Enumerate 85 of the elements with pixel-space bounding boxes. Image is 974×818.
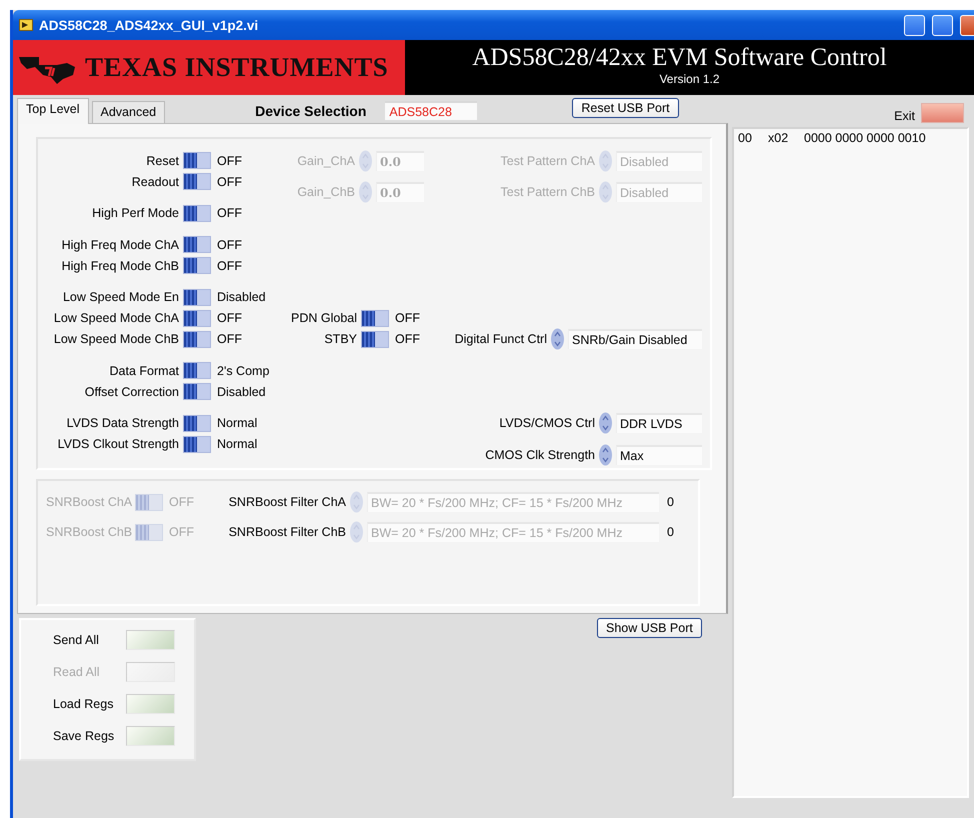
- spin-button[interactable]: [550, 328, 565, 350]
- state-text: OFF: [395, 311, 420, 325]
- state-text: OFF: [217, 258, 242, 272]
- toggle-switch[interactable]: [183, 362, 211, 379]
- state-text: Disabled: [217, 384, 266, 398]
- toggle-label: SNRBoost ChB: [46, 525, 131, 539]
- toggle-label: Data Format: [108, 364, 179, 378]
- toggle-switch[interactable]: [361, 310, 389, 326]
- window-title: ADS58C28_ADS42xx_GUI_v1p2.vi: [39, 18, 260, 32]
- state-text: OFF: [217, 332, 242, 346]
- state-text: OFF: [217, 154, 242, 168]
- toggle-switch[interactable]: [183, 383, 211, 400]
- state-text: OFF: [217, 311, 242, 325]
- state-text: OFF: [217, 238, 242, 252]
- state-text: OFF: [395, 332, 420, 346]
- reset-usb-button[interactable]: Reset USB Port: [572, 98, 679, 118]
- close-button[interactable]: [960, 14, 974, 36]
- button-label: Exit: [894, 109, 915, 123]
- show-usb-button[interactable]: Show USB Port: [597, 618, 702, 638]
- toggle-label: Readout: [130, 174, 179, 188]
- control-label: Test Pattern ChA: [500, 154, 595, 168]
- maximize-button[interactable]: [932, 14, 953, 36]
- toggle-switch[interactable]: [183, 288, 211, 306]
- spin-button[interactable]: [598, 412, 613, 434]
- toggle-switch[interactable]: [183, 257, 211, 274]
- toggle-switch[interactable]: [183, 310, 211, 326]
- app-title: ADS58C28/42xx EVM Software Control: [472, 44, 887, 72]
- state-text: OFF: [217, 174, 242, 188]
- state-text: Normal: [217, 437, 258, 451]
- toggle-label: PDN Global: [290, 311, 357, 325]
- control-label: LVDS/CMOS Ctrl: [499, 416, 595, 430]
- control-label: SNRBoost Filter ChA: [228, 495, 346, 509]
- state-text: OFF: [169, 525, 194, 539]
- control-label: Digital Funct Ctrl: [454, 332, 547, 346]
- log-cell-text: x02: [768, 131, 790, 145]
- toggle-switch[interactable]: [183, 414, 211, 432]
- button-label: Read All: [53, 665, 101, 679]
- toggle-label: LVDS Data Strength: [66, 416, 179, 430]
- tab[interactable]: Top Level: [17, 98, 89, 124]
- app-icon: [19, 18, 33, 32]
- toggle-label: High Freq Mode ChA: [60, 238, 179, 252]
- minimize-button[interactable]: [904, 14, 925, 36]
- toggle-label: High Perf Mode: [91, 206, 179, 220]
- toggle-label: SNRBoost ChA: [46, 495, 131, 509]
- log-cell: 0000 0000 0000 0010: [804, 131, 926, 145]
- control-label: Gain_ChA: [296, 154, 355, 168]
- control-label: CMOS Clk Strength: [485, 448, 595, 462]
- toggle-label: LVDS Clkout Strength: [56, 437, 179, 451]
- toggle-label: Low Speed Mode ChA: [52, 311, 179, 325]
- control-label: SNRBoost Filter ChB: [228, 525, 346, 539]
- toggle-label: High Freq Mode ChB: [60, 258, 179, 272]
- toggle-label: Offset Correction: [84, 384, 179, 398]
- value-field[interactable]: SNRb/Gain Disabled: [568, 329, 702, 349]
- company-name: TEXAS INSTRUMENTS: [85, 52, 388, 83]
- button-label: Load Regs: [53, 697, 114, 711]
- field-label: Device Selection: [255, 103, 366, 119]
- toggle-label: STBY: [323, 332, 357, 346]
- device-field[interactable]: ADS58C28: [385, 101, 478, 120]
- state-text: Normal: [217, 416, 258, 430]
- state-text: OFF: [169, 495, 194, 509]
- reading-text: 0: [667, 495, 674, 509]
- control-label: Gain_ChB: [296, 185, 355, 199]
- version-text: Version 1.2: [659, 72, 720, 86]
- button-label: Save Regs: [53, 729, 116, 743]
- toggle-label: Low Speed Mode En: [62, 290, 179, 304]
- toggle-switch[interactable]: [183, 436, 211, 452]
- tab[interactable]: Advanced: [92, 101, 166, 123]
- toggle-switch[interactable]: [183, 236, 211, 253]
- toggle-switch[interactable]: [183, 173, 211, 190]
- toggle-switch[interactable]: [183, 330, 211, 348]
- toggle-switch[interactable]: [183, 204, 211, 222]
- state-text: Disabled: [217, 290, 266, 304]
- value-field[interactable]: Max: [616, 444, 702, 464]
- reading-text: 0: [667, 525, 674, 539]
- spin-button[interactable]: [598, 444, 613, 466]
- toggle-label: Low Speed Mode ChB: [52, 332, 179, 346]
- log-cell-text: 00: [738, 131, 753, 145]
- toggle-switch[interactable]: [361, 330, 389, 348]
- value-field[interactable]: DDR LVDS: [616, 413, 702, 433]
- button-label: Send All: [53, 633, 100, 647]
- control-label: Test Pattern ChB: [500, 185, 595, 199]
- state-text: OFF: [217, 206, 242, 220]
- toggle-switch[interactable]: [183, 152, 211, 169]
- toggle-label: Reset: [145, 154, 179, 168]
- state-text: 2's Comp: [217, 364, 270, 378]
